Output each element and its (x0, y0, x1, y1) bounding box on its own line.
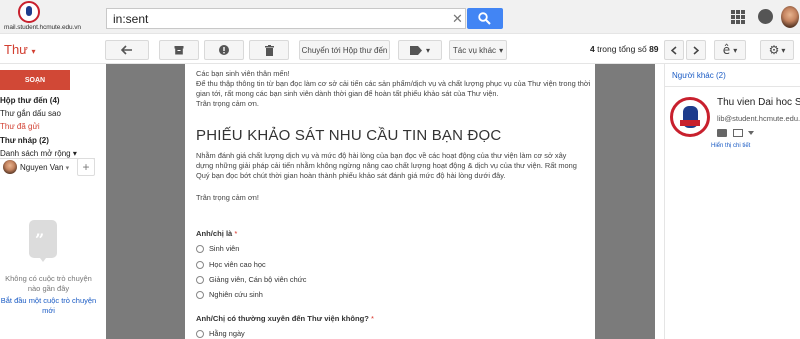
radio-button[interactable] (196, 290, 204, 299)
compose-button[interactable]: SOẠN (0, 70, 70, 90)
required-mark: * (234, 229, 238, 238)
report-spam-button[interactable] (204, 40, 244, 60)
email-icon[interactable] (733, 129, 743, 137)
newer-button[interactable] (664, 40, 684, 60)
report-icon (219, 45, 229, 55)
delete-button[interactable] (249, 40, 289, 60)
greeting-text: Các bạn sinh viên thân mến! (196, 69, 290, 78)
search-input[interactable] (106, 8, 466, 29)
option-label: Học viên cao học (209, 260, 266, 269)
others-link[interactable]: Người khác (2) (672, 71, 726, 80)
label-tag-icon (409, 45, 422, 55)
form-description: Nhằm đánh giá chất lượng dịch vụ và mức … (196, 151, 577, 180)
message-count: 4 trong tổng số 89 (590, 44, 659, 54)
sidebar-item-more[interactable]: Danh sách mở rộng ▾ (0, 149, 77, 158)
logo-emblem (18, 1, 40, 23)
option-phd[interactable]: Nghiên cứu sinh (196, 290, 263, 299)
sidebar-item-starred[interactable]: Thư gắn dấu sao (0, 109, 61, 118)
gear-icon: ⚙ (768, 43, 780, 57)
chevron-down-icon: ▾ (425, 45, 430, 55)
account-avatar[interactable] (781, 6, 799, 28)
option-label: Nghiên cứu sinh (209, 290, 263, 299)
hangouts-start-link[interactable]: Bắt đầu một cuộc trò chuyện mới (0, 296, 97, 316)
form-background-right (595, 64, 655, 339)
option-graduate[interactable]: Học viên cao học (196, 260, 266, 269)
form-background-left (106, 64, 185, 339)
contact-divider (664, 86, 800, 87)
chevron-down-icon: ▾ (733, 45, 738, 55)
option-label: Hằng ngày (209, 329, 245, 338)
option-label: Sinh viên (209, 244, 240, 253)
hangouts-add-button[interactable]: + (77, 158, 95, 176)
contact-card-icon[interactable] (717, 129, 727, 137)
trash-icon (264, 44, 274, 56)
notifications-icon[interactable] (758, 9, 773, 24)
search-button[interactable] (467, 8, 503, 29)
count-total: 89 (649, 44, 659, 54)
hangouts-avatar[interactable] (3, 160, 17, 174)
option-label: Giảng viên, Cán bộ viên chức (209, 275, 307, 284)
show-details-link[interactable]: Hiển thị chi tiết (711, 143, 750, 149)
count-of: trong tổng số (594, 44, 650, 54)
radio-button[interactable] (196, 260, 204, 269)
logo-text: mail.student.hcmute.edu.vn (4, 24, 81, 31)
more-actions-label: Tác vụ khác (452, 45, 497, 55)
archive-button[interactable] (159, 40, 199, 60)
input-tools-button[interactable]: ê ▾ (714, 40, 746, 60)
labels-button[interactable]: ▾ (398, 40, 442, 60)
contact-name: Thu vien Dai hoc Su pham Ky thuat (717, 97, 800, 108)
option-staff[interactable]: Giảng viên, Cán bộ viên chức (196, 275, 306, 284)
settings-button[interactable]: ⚙ ▾ (760, 40, 794, 60)
hangouts-quote-icon: ” (29, 220, 57, 262)
hangouts-user[interactable]: Nguyen Van ▾ (20, 163, 69, 172)
intro-text: Để thu thập thông tin từ bạn đọc làm cơ … (196, 79, 591, 98)
back-button[interactable] (105, 40, 149, 60)
question-2: Anh/Chị có thường xuyên đến Thư viện khô… (196, 314, 374, 323)
contact-email: lib@student.hcmute.edu.vn (717, 114, 800, 123)
input-tools-icon: ê (722, 43, 731, 57)
question-2-text: Anh/Chị có thường xuyên đến Thư viện khô… (196, 314, 369, 323)
mail-folder-label: Thư (4, 42, 28, 57)
option-student[interactable]: Sinh viên (196, 244, 239, 253)
logo[interactable]: mail.student.hcmute.edu.vn (4, 1, 81, 33)
thanks-text: Trân trọng cảm ơn. (196, 99, 259, 108)
clear-search-icon[interactable]: ✕ (452, 8, 463, 29)
back-arrow-icon (121, 45, 132, 55)
chevron-down-icon: ▾ (31, 47, 36, 56)
sidebar-item-sent[interactable]: Thư đã gửi (0, 122, 40, 131)
option-daily[interactable]: Hằng ngày (196, 329, 245, 338)
question-1: Anh/chị là * (196, 229, 237, 238)
move-to-inbox-button[interactable]: Chuyển tới Hộp thư đến (299, 40, 390, 60)
apps-grid-icon[interactable] (731, 10, 745, 24)
radio-button[interactable] (196, 329, 204, 338)
radio-button[interactable] (196, 275, 204, 284)
hangouts-empty-text: Không có cuộc trò chuyện nào gần đây (5, 274, 92, 293)
more-actions-button[interactable]: Tác vụ khác ▾ (449, 40, 507, 60)
chevron-down-icon[interactable] (748, 131, 754, 135)
form-title: PHIẾU KHẢO SÁT NHU CẦU TIN BẠN ĐỌC (196, 127, 502, 144)
older-button[interactable] (686, 40, 706, 60)
sidebar-item-inbox[interactable]: Hộp thư đến (4) (0, 96, 60, 105)
question-1-text: Anh/chị là (196, 229, 233, 238)
chevron-down-icon: ▾ (781, 45, 786, 55)
sidebar-item-drafts[interactable]: Thư nháp (2) (0, 136, 49, 145)
radio-button[interactable] (196, 244, 204, 253)
search-icon (478, 12, 491, 25)
hangouts-user-name: Nguyen Van (20, 163, 64, 172)
archive-icon (174, 46, 184, 55)
message-body: Các bạn sinh viên thân mến! Để thu thập … (185, 64, 595, 339)
chevron-right-icon (693, 45, 699, 55)
chevron-down-icon: ▾ (499, 45, 504, 55)
mail-folder-menu[interactable]: Thư ▾ (4, 42, 36, 57)
form-thanks: Trân trọng cảm ơn! (196, 193, 259, 202)
contact-avatar[interactable] (670, 97, 710, 137)
chevron-down-icon: ▾ (65, 165, 70, 172)
chevron-left-icon (671, 45, 677, 55)
required-mark: * (371, 314, 375, 323)
